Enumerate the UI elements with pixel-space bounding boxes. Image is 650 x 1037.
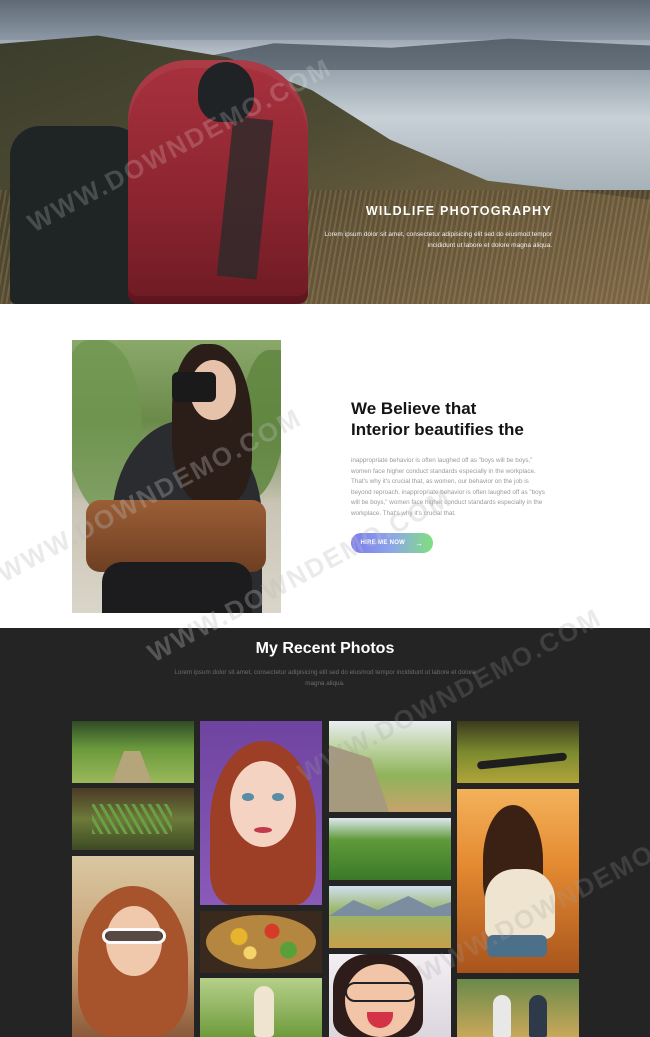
photo-figure <box>254 986 274 1037</box>
hero-text-block: WILDLIFE PHOTOGRAPHY Lorem ipsum dolor s… <box>312 204 552 251</box>
food-dish <box>206 915 316 969</box>
photo-figure <box>476 752 568 770</box>
photo-figure <box>493 995 511 1037</box>
about-title: We Believe that Interior beautifies the <box>351 398 546 440</box>
photo-face <box>230 761 296 847</box>
photo-lips <box>254 827 272 833</box>
about-title-line1: We Believe that <box>351 399 477 418</box>
gallery-photo-sunset-girl[interactable] <box>457 789 579 973</box>
gallery-photo-food[interactable] <box>200 911 322 973</box>
gallery-photo-fern[interactable] <box>72 788 194 850</box>
photo-top <box>485 869 555 939</box>
gallery-photo-couple[interactable] <box>457 979 579 1037</box>
photo-eye <box>272 793 284 801</box>
hero-title: WILDLIFE PHOTOGRAPHY <box>365 204 552 218</box>
gallery-photo-girl-sunglasses[interactable] <box>72 856 194 1037</box>
photo-shorts <box>487 935 547 957</box>
hero-sky <box>0 0 650 40</box>
hire-me-button[interactable]: HIRE ME NOW → <box>351 533 433 553</box>
gallery-title: My Recent Photos <box>255 640 395 657</box>
about-title-line2: Interior beautifies the <box>351 420 524 439</box>
gallery-photo-lying-in-grass[interactable] <box>457 721 579 783</box>
hero-photographer-hat <box>198 62 254 122</box>
about-photo <box>72 340 281 613</box>
hero-banner: WILDLIFE PHOTOGRAPHY Lorem ipsum dolor s… <box>0 0 650 304</box>
hero-description: Lorem ipsum dolor sit amet, consectetur … <box>324 231 552 249</box>
gallery-photo-green-hills[interactable] <box>329 818 451 880</box>
gallery-photo-purple-hood-portrait[interactable] <box>200 721 322 905</box>
photo-rock <box>329 745 389 812</box>
sunglasses-icon <box>102 928 166 944</box>
camera-icon <box>172 372 216 402</box>
gallery-photo-meadow-girl[interactable] <box>200 978 322 1037</box>
gallery-photo-mountain-valley[interactable] <box>329 886 451 948</box>
fern-leaves <box>92 804 172 834</box>
about-photo-legs <box>102 562 252 613</box>
gallery-description: Lorem ipsum dolor sit amet, consectetur … <box>174 669 476 687</box>
about-text-block: We Believe that Interior beautifies the … <box>351 398 546 520</box>
photo-mountains <box>329 896 451 916</box>
about-body-text: inappropriate behavior is often laughed … <box>351 457 545 517</box>
photo-eye <box>242 793 254 801</box>
gallery-photo-country-road[interactable] <box>329 721 451 812</box>
gallery-photo-forest-path[interactable] <box>72 721 194 783</box>
about-section: We Believe that Interior beautifies the … <box>0 304 650 628</box>
glasses-icon <box>345 982 417 1002</box>
arrow-right-icon: → <box>415 538 424 548</box>
gallery-photo-girl-glasses[interactable] <box>329 954 451 1037</box>
hire-me-button-label: HIRE ME NOW <box>360 540 406 546</box>
forest-path <box>112 751 152 783</box>
photo-figure <box>529 995 547 1037</box>
recent-photos-section: My Recent Photos Lorem ipsum dolor sit a… <box>0 628 650 1037</box>
